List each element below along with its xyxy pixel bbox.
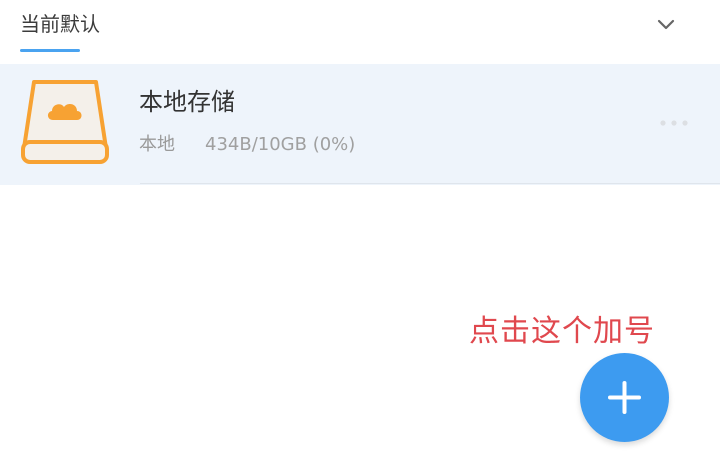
more-horizontal-icon[interactable] (658, 115, 690, 129)
add-storage-button[interactable] (580, 353, 669, 442)
plus-icon (608, 381, 641, 414)
tab-current-default[interactable]: 当前默认 (20, 10, 100, 38)
tab-active-indicator (20, 49, 80, 52)
chevron-down-icon[interactable] (652, 12, 680, 38)
storage-page: 当前默认 本地存储 本地 434B/10GB (0%) 点击这个加号 (0, 0, 720, 456)
storage-type-label: 本地 (139, 134, 175, 155)
storage-name: 本地存储 (139, 88, 235, 116)
cloud-drive-icon (20, 78, 110, 166)
storage-usage-text: 434B/10GB (0%) (205, 134, 356, 155)
annotation-text: 点击这个加号 (469, 314, 655, 349)
list-divider (140, 183, 720, 184)
header-bar: 当前默认 (0, 0, 720, 64)
